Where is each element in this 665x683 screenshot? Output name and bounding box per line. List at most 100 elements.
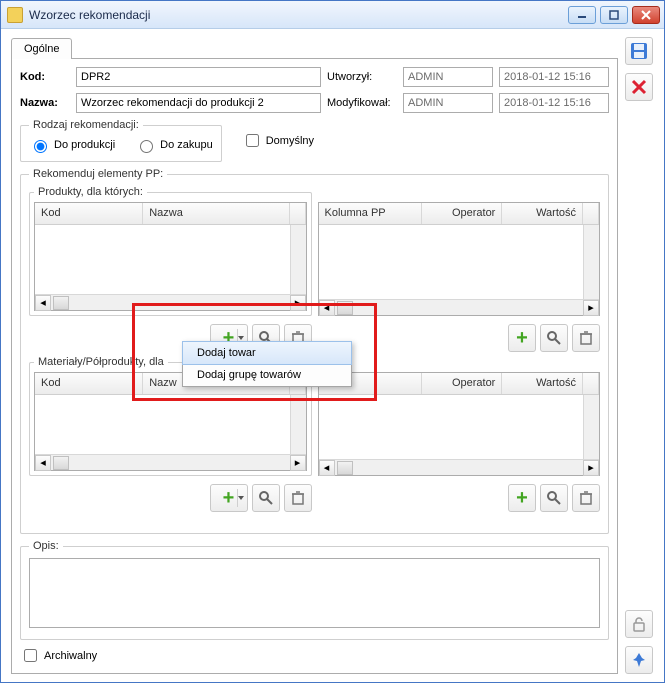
col-kod[interactable]: Kod <box>35 373 143 394</box>
default-checkbox-label: Domyślny <box>266 135 314 147</box>
unlock-button[interactable] <box>625 610 653 638</box>
save-icon <box>630 42 648 60</box>
default-checkbox[interactable]: Domyślny <box>242 131 314 150</box>
tab-general[interactable]: Ogólne <box>11 38 72 59</box>
rodzaj-legend: Rodzaj rekomendacji: <box>29 119 143 131</box>
window-title: Wzorzec rekomendacji <box>29 8 568 22</box>
minimize-icon <box>577 10 587 20</box>
scrollbar-h[interactable]: ◂ ▸ <box>319 459 600 475</box>
add-button[interactable]: + <box>508 324 536 352</box>
scrollbar-v[interactable] <box>583 225 599 299</box>
col-kolumna-pp[interactable]: Kolumna PP <box>319 203 422 224</box>
scroll-right-icon[interactable]: ▸ <box>583 300 599 316</box>
archiwalny-label: Archiwalny <box>44 650 97 662</box>
utworzyl-user <box>403 67 493 87</box>
pin-icon <box>632 652 646 668</box>
grid-materialy-cond[interactable]: Operator Wartość ◂ ▸ <box>318 372 601 476</box>
scrollbar-v[interactable] <box>583 395 599 459</box>
col-operator[interactable]: Operator <box>422 203 503 224</box>
radio-do-zakupu[interactable]: Do zakupu <box>135 137 213 153</box>
search-button[interactable] <box>252 484 280 512</box>
utworzyl-date <box>499 67 609 87</box>
trash-icon <box>579 330 593 346</box>
rekomenduj-legend: Rekomenduj elementy PP: <box>29 168 167 180</box>
minimize-button[interactable] <box>568 6 596 24</box>
search-button[interactable] <box>540 484 568 512</box>
opis-label: Opis: <box>29 540 63 552</box>
opis-textarea[interactable] <box>29 558 600 628</box>
archiwalny-checkbox[interactable]: Archiwalny <box>20 646 609 665</box>
scrollbar-v[interactable] <box>290 395 306 454</box>
trash-button[interactable] <box>284 484 312 512</box>
materialy-legend: Materiały/Półprodukty, dla <box>34 356 168 368</box>
scroll-thumb[interactable] <box>53 456 69 470</box>
trash-button[interactable] <box>572 324 600 352</box>
nazwa-label: Nazwa: <box>20 97 70 109</box>
window-controls <box>568 6 660 24</box>
pin-button[interactable] <box>625 646 653 674</box>
add-icon: + <box>223 488 235 508</box>
col-operator[interactable]: Operator <box>422 373 503 394</box>
search-button[interactable] <box>540 324 568 352</box>
kod-label: Kod: <box>20 71 70 83</box>
trash-icon <box>291 490 305 506</box>
trash-button[interactable] <box>572 484 600 512</box>
search-icon <box>546 490 562 506</box>
titlebar: Wzorzec rekomendacji <box>1 1 664 29</box>
col-wartosc[interactable]: Wartość <box>502 203 583 224</box>
opis-group: Opis: <box>20 540 609 640</box>
col-kod[interactable]: Kod <box>35 203 143 224</box>
chevron-down-icon <box>238 496 244 500</box>
col-wartosc[interactable]: Wartość <box>502 373 583 394</box>
grid-produkty[interactable]: Kod Nazwa ◂ <box>34 202 307 311</box>
kod-input[interactable] <box>76 67 321 87</box>
save-button[interactable] <box>625 37 653 65</box>
scroll-left-icon[interactable]: ◂ <box>35 295 51 311</box>
app-window: Wzorzec rekomendacji Ogólne Kod: <box>0 0 665 683</box>
nazwa-input[interactable] <box>76 93 321 113</box>
maximize-button[interactable] <box>600 6 628 24</box>
scrollbar-v[interactable] <box>290 225 306 294</box>
modyfikowal-user <box>403 93 493 113</box>
scrollbar-h[interactable]: ◂ ▸ <box>35 454 306 470</box>
chevron-down-icon <box>238 336 244 340</box>
scroll-thumb[interactable] <box>337 301 353 315</box>
radio-do-zakupu-input[interactable] <box>140 140 153 153</box>
col-nazwa[interactable]: Nazwa <box>143 203 289 224</box>
scroll-right-icon[interactable]: ▸ <box>290 455 306 471</box>
scroll-right-icon[interactable]: ▸ <box>583 460 599 476</box>
radio-do-produkcji-input[interactable] <box>34 140 47 153</box>
scrollbar-h[interactable]: ◂ ▸ <box>35 294 306 310</box>
scroll-right-icon[interactable]: ▸ <box>290 295 306 311</box>
scroll-left-icon[interactable]: ◂ <box>319 460 335 476</box>
maximize-icon <box>609 10 619 20</box>
delete-button[interactable] <box>625 73 653 101</box>
scroll-thumb[interactable] <box>53 296 69 310</box>
delete-icon <box>631 79 647 95</box>
default-checkbox-input[interactable] <box>246 134 259 147</box>
utworzyl-label: Utworzył: <box>327 71 397 83</box>
rodzaj-group: Rodzaj rekomendacji: Do produkcji Do zak… <box>20 119 222 162</box>
scroll-left-icon[interactable]: ◂ <box>319 300 335 316</box>
trash-icon <box>579 490 593 506</box>
scroll-thumb[interactable] <box>337 461 353 475</box>
menu-item-dodaj-grupe[interactable]: Dodaj grupę towarów <box>183 364 351 386</box>
menu-item-dodaj-towar[interactable]: Dodaj towar <box>182 341 352 365</box>
radio-do-produkcji[interactable]: Do produkcji <box>29 137 115 153</box>
produkty-group: Produkty, dla których: Kod Nazwa <box>29 186 312 316</box>
add-button-split[interactable]: + <box>210 484 248 512</box>
add-button[interactable]: + <box>508 484 536 512</box>
dropdown-handle[interactable] <box>237 489 245 507</box>
add-icon: + <box>516 488 528 508</box>
archiwalny-checkbox-input[interactable] <box>24 649 37 662</box>
app-icon <box>7 7 23 23</box>
radio-do-zakupu-label: Do zakupu <box>160 139 213 151</box>
grid-produkty-cond[interactable]: Kolumna PP Operator Wartość ◂ <box>318 202 601 316</box>
modyfikowal-label: Modyfikował: <box>327 97 397 109</box>
scroll-left-icon[interactable]: ◂ <box>35 455 51 471</box>
search-icon <box>546 330 562 346</box>
scrollbar-h[interactable]: ◂ ▸ <box>319 299 600 315</box>
tab-strip: Ogólne <box>11 37 618 58</box>
add-icon: + <box>516 328 528 348</box>
close-button[interactable] <box>632 6 660 24</box>
